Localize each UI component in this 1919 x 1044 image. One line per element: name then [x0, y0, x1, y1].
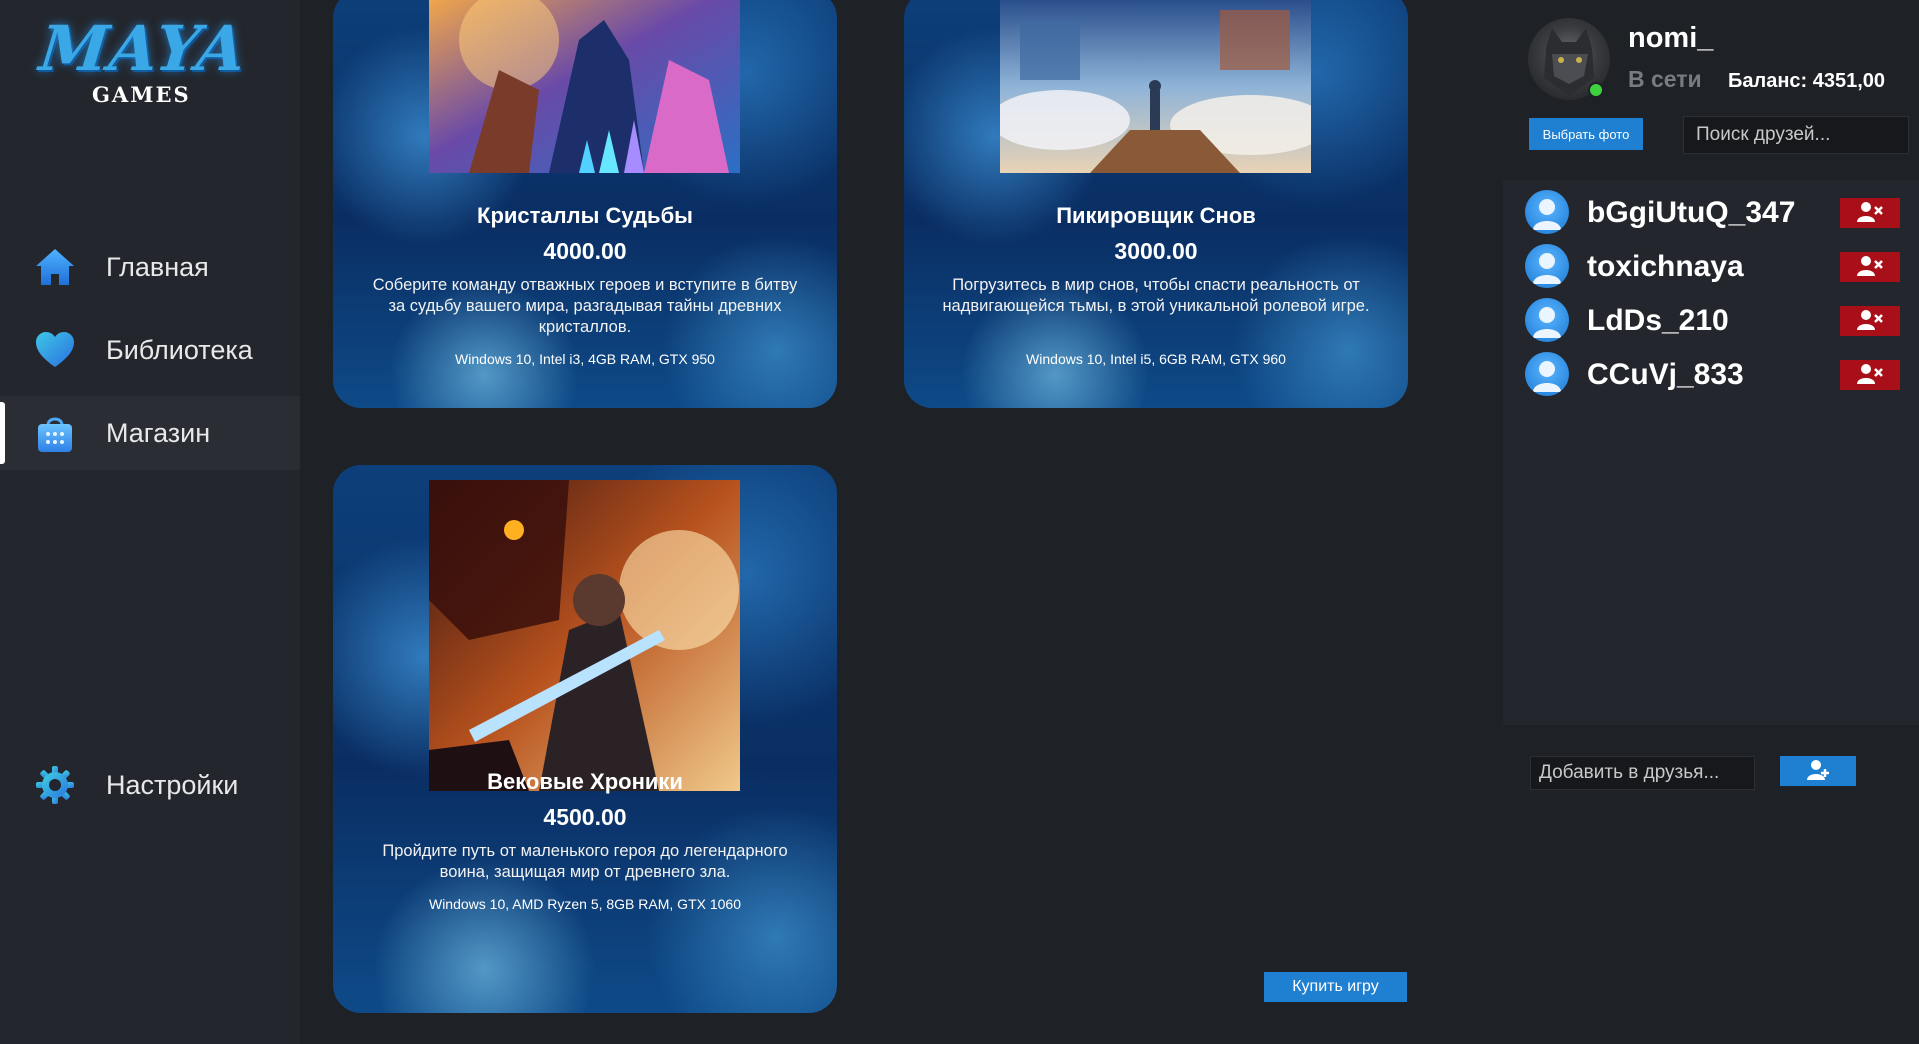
game-title: Вековые Хроники: [487, 769, 683, 794]
online-status-dot: [1588, 82, 1604, 98]
game-description: Погрузитесь в мир снов, чтобы спасти реа…: [942, 276, 1370, 315]
list-item: bGgiUtuQ_347: [1525, 186, 1915, 238]
remove-friend-button[interactable]: [1840, 252, 1900, 282]
heart-icon: [32, 327, 78, 373]
remove-friend-button[interactable]: [1840, 360, 1900, 390]
game-card[interactable]: Вековые Хроники 4500.00 Пройдите путь от…: [333, 465, 837, 1013]
game-cover-image: [429, 0, 740, 173]
remove-friend-button[interactable]: [1840, 306, 1900, 336]
sidebar-item-label: Настройки: [106, 769, 239, 800]
sidebar-item-settings[interactable]: Настройки: [0, 748, 300, 822]
list-item: toxichnaya: [1525, 240, 1915, 292]
choose-photo-button[interactable]: Выбрать фото: [1529, 118, 1643, 150]
logo-main-text: MAYA: [36, 12, 250, 85]
sidebar-item-label: Магазин: [106, 417, 211, 448]
game-card[interactable]: Пикировщик Снов 3000.00 Погрузитесь в ми…: [904, 0, 1408, 408]
game-description: Пройдите путь от маленького героя до лег…: [382, 842, 788, 881]
list-item: CCuVj_833: [1525, 348, 1915, 400]
friend-avatar-icon: [1525, 352, 1569, 396]
game-title: Кристаллы Судьбы: [477, 203, 693, 228]
friend-avatar-icon: [1525, 298, 1569, 342]
balance: Баланс: 4351,00: [1728, 70, 1886, 92]
friend-name: CCuVj_833: [1587, 358, 1744, 391]
logo-sub-text: GAMES: [92, 82, 191, 107]
game-cover-image: [429, 480, 740, 791]
friend-search-input[interactable]: [1683, 116, 1909, 154]
game-card[interactable]: Кристаллы Судьбы 4000.00 Соберите команд…: [333, 0, 837, 408]
remove-friend-button[interactable]: [1840, 198, 1900, 228]
friend-name: bGgiUtuQ_347: [1587, 196, 1796, 229]
sidebar-item-label: Главная: [106, 251, 209, 282]
logo: MAYA GAMES: [36, 12, 250, 108]
add-friend-input[interactable]: [1530, 756, 1755, 790]
game-requirements: Windows 10, AMD Ryzen 5, 8GB RAM, GTX 10…: [428, 896, 741, 912]
gear-icon: [32, 762, 78, 808]
add-user-icon: [1806, 759, 1830, 784]
game-cover-image: [990, 0, 1330, 173]
sidebar-item-store[interactable]: Магазин: [0, 396, 300, 470]
game-price: 4000.00: [543, 238, 627, 264]
remove-user-icon: [1856, 255, 1884, 280]
game-requirements: Windows 10, Intel i5, 6GB RAM, GTX 960: [1026, 351, 1286, 367]
online-status-text: В сети: [1628, 66, 1702, 92]
friend-name: toxichnaya: [1587, 250, 1744, 283]
buy-game-button[interactable]: Купить игру: [1264, 972, 1407, 1002]
game-price: 4500.00: [543, 804, 627, 830]
sidebar-item-home[interactable]: Главная: [0, 230, 300, 304]
game-description: Соберите команду отважных героев и вступ…: [372, 276, 798, 336]
username: nomi_: [1628, 22, 1714, 54]
list-item: LdDs_210: [1525, 294, 1915, 346]
home-icon: [32, 244, 78, 290]
friend-name: LdDs_210: [1587, 304, 1729, 337]
sidebar-item-label: Библиотека: [106, 334, 253, 365]
game-title: Пикировщик Снов: [1056, 203, 1256, 228]
game-price: 3000.00: [1114, 238, 1198, 264]
friends-list: bGgiUtuQ_347 toxichnaya LdDs_210 CCuVj_8…: [1503, 180, 1919, 725]
app-window: MAYA GAMES Главная Библиотека Магазин На…: [0, 0, 1919, 1044]
friend-avatar-icon: [1525, 190, 1569, 234]
remove-user-icon: [1856, 309, 1884, 334]
remove-user-icon: [1856, 201, 1884, 226]
remove-user-icon: [1856, 363, 1884, 388]
friend-avatar-icon: [1525, 244, 1569, 288]
add-friend-button[interactable]: [1780, 756, 1856, 786]
shopping-bag-icon: [32, 410, 78, 456]
sidebar: MAYA GAMES Главная Библиотека Магазин На…: [0, 0, 300, 1044]
game-requirements: Windows 10, Intel i3, 4GB RAM, GTX 950: [455, 351, 715, 367]
store-grid: Кристаллы Судьбы 4000.00 Соберите команд…: [300, 0, 1500, 1044]
sidebar-item-library[interactable]: Библиотека: [0, 313, 300, 387]
